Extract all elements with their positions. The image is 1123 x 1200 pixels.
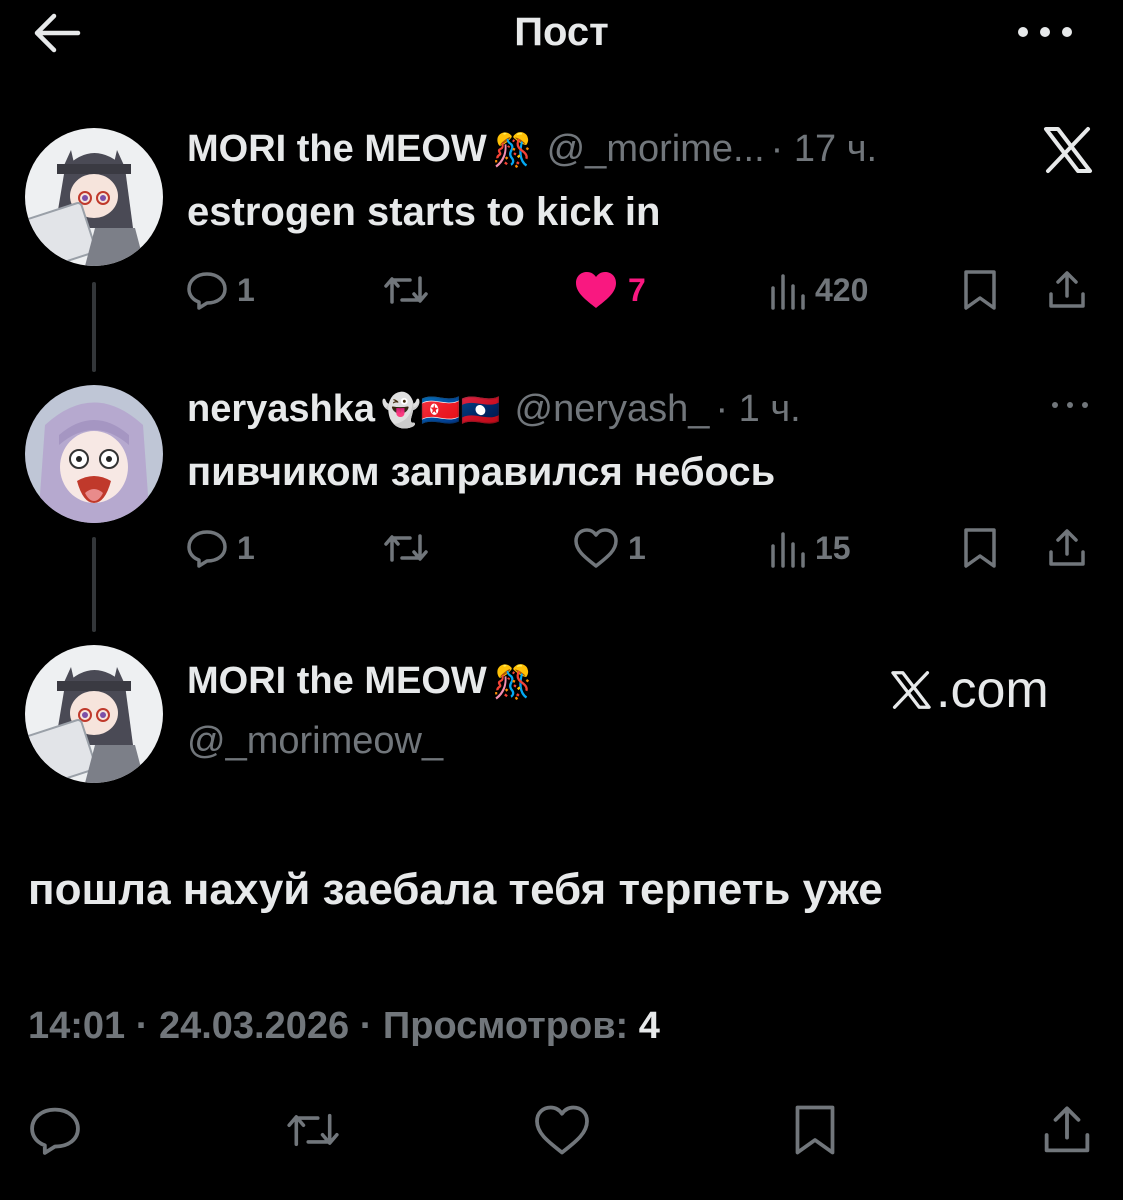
display-name[interactable]: MORI the MEOW xyxy=(187,660,487,703)
share-button[interactable] xyxy=(1045,523,1089,573)
avatar[interactable] xyxy=(25,385,163,523)
post-timestamp[interactable]: 14:01 · 24.03.2026 · Просмотров: xyxy=(28,1005,639,1047)
reply-button[interactable]: 1 xyxy=(185,523,255,573)
display-name[interactable]: neryashka xyxy=(187,388,375,431)
like-button[interactable] xyxy=(527,1095,597,1165)
x-com-watermark: .com xyxy=(888,660,1049,720)
ghost-flags-emoji: 👻🇰🇵🇱🇦 xyxy=(381,392,501,428)
post-actions-bar xyxy=(0,1095,1123,1165)
bookmark-button[interactable] xyxy=(960,265,1000,315)
bookmark-icon xyxy=(795,1105,835,1155)
like-count: 1 xyxy=(628,529,646,566)
tweet-more-button[interactable] xyxy=(1045,390,1095,420)
tweet-actions: 1 7 420 xyxy=(185,265,1095,315)
tweet-header: neryashka 👻🇰🇵🇱🇦 @neryash_ · 1 ч. xyxy=(187,388,801,431)
tweet-actions: 1 1 15 xyxy=(185,523,1095,573)
share-icon xyxy=(1049,271,1085,308)
reply-button[interactable] xyxy=(20,1095,90,1165)
view-count: 15 xyxy=(815,529,851,566)
post-handle-row: @_morimeow_ xyxy=(187,720,443,763)
post-meta: 14:01 · 24.03.2026 · Просмотров: 4 xyxy=(28,1005,660,1048)
repost-button[interactable] xyxy=(380,523,432,573)
bookmark-icon xyxy=(964,270,996,310)
reply-icon xyxy=(30,1107,80,1155)
thread-line xyxy=(92,537,96,632)
reply-button[interactable]: 1 xyxy=(185,265,255,315)
repost-button[interactable] xyxy=(278,1095,348,1165)
like-button[interactable]: 7 xyxy=(572,265,646,315)
more-options-button[interactable] xyxy=(1010,12,1080,52)
anime-girl-laptop-avatar xyxy=(25,128,163,266)
analytics-icon xyxy=(771,532,805,568)
views-button[interactable]: 420 xyxy=(767,265,868,315)
reply-count: 1 xyxy=(237,271,255,308)
views-button[interactable]: 15 xyxy=(767,523,851,573)
heart-filled-icon xyxy=(576,272,616,308)
bookmark-button[interactable] xyxy=(780,1095,850,1165)
reply-icon xyxy=(187,272,227,310)
reply-icon xyxy=(187,530,227,568)
more-horizontal-icon xyxy=(1052,402,1088,408)
post-screen: Пост MORI the MEOW 🎊 @_morime... · 17 ч.… xyxy=(0,0,1123,1200)
reply-count: 1 xyxy=(237,529,255,566)
thread-line xyxy=(92,282,96,372)
page-title: Пост xyxy=(514,10,609,54)
analytics-icon xyxy=(771,274,805,310)
post-author: MORI the MEOW 🎊 xyxy=(187,660,533,703)
repost-icon xyxy=(384,276,428,304)
anime-girl-laptop-avatar xyxy=(25,645,163,783)
repost-icon xyxy=(384,534,428,562)
tweet-text: пивчиком заправился небось xyxy=(187,450,776,494)
timestamp[interactable]: · 1 ч. xyxy=(715,388,800,431)
like-button[interactable]: 1 xyxy=(572,523,646,573)
share-button[interactable] xyxy=(1045,265,1089,315)
post-text: пошла нахуй заебала тебя терпеть уже xyxy=(28,865,883,914)
handle[interactable]: @_morimeow_ xyxy=(187,720,443,763)
bookmark-button[interactable] xyxy=(960,523,1000,573)
share-icon xyxy=(1044,1106,1090,1153)
avatar[interactable] xyxy=(25,645,163,783)
x-logo-icon xyxy=(891,671,931,709)
tweet-text: estrogen starts to kick in xyxy=(187,190,661,234)
watermark-text: .com xyxy=(936,661,1049,719)
heart-icon xyxy=(574,528,618,568)
view-count: 420 xyxy=(815,271,869,308)
heart-icon xyxy=(535,1105,589,1155)
tweet-header: MORI the MEOW 🎊 @_morime... · 17 ч. xyxy=(187,128,877,171)
bookmark-icon xyxy=(964,528,996,568)
repost-button[interactable] xyxy=(380,265,432,315)
x-logo-icon xyxy=(1040,125,1096,175)
like-count: 7 xyxy=(628,271,646,308)
timestamp[interactable]: · 17 ч. xyxy=(771,128,877,171)
handle[interactable]: @neryash_ xyxy=(515,388,710,431)
post-view-count: 4 xyxy=(638,1005,660,1047)
confetti-emoji: 🎊 xyxy=(492,664,533,700)
share-button[interactable] xyxy=(1032,1095,1102,1165)
display-name[interactable]: MORI the MEOW xyxy=(187,128,487,171)
handle[interactable]: @_morime... xyxy=(547,128,765,171)
share-icon xyxy=(1049,529,1085,566)
top-bar: Пост xyxy=(0,0,1123,70)
more-horizontal-icon xyxy=(1018,27,1072,37)
repost-icon xyxy=(287,1113,339,1147)
anime-girl-shocked-avatar xyxy=(25,385,163,523)
confetti-emoji: 🎊 xyxy=(492,132,533,168)
avatar[interactable] xyxy=(25,128,163,266)
